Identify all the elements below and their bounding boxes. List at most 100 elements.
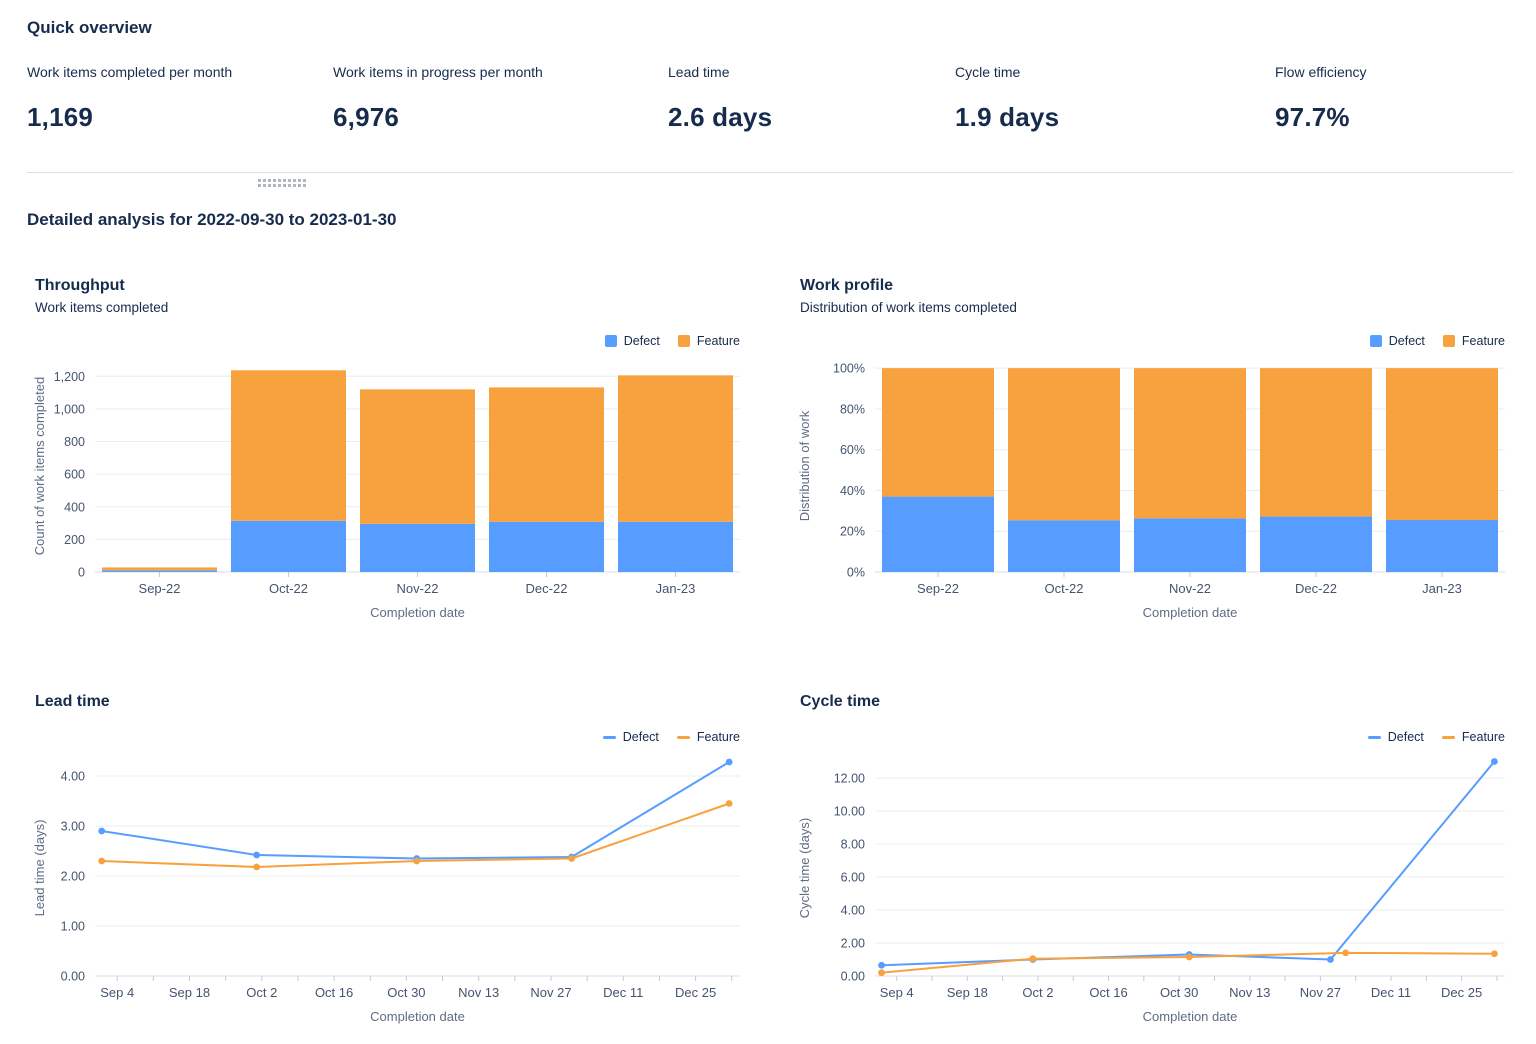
chart-legend: Defect Feature <box>1368 730 1505 744</box>
svg-text:8.00: 8.00 <box>841 837 865 851</box>
legend-swatch-defect <box>1368 736 1381 739</box>
svg-text:Nov-22: Nov-22 <box>397 581 439 596</box>
svg-text:Dec-22: Dec-22 <box>526 581 568 596</box>
svg-text:Oct 2: Oct 2 <box>1022 985 1053 1000</box>
kpi-value: 1,169 <box>27 102 232 133</box>
chart-title: Cycle time <box>800 693 1527 711</box>
svg-text:0%: 0% <box>847 566 865 580</box>
svg-text:Oct 30: Oct 30 <box>387 985 425 1000</box>
svg-text:800: 800 <box>64 435 85 449</box>
lead-time-chart[interactable]: 0.001.002.003.004.00Sep 4Sep 18Oct 2Oct … <box>30 748 760 1038</box>
legend-label: Defect <box>1389 334 1425 348</box>
kpi-label: Work items in progress per month <box>333 64 543 80</box>
svg-text:80%: 80% <box>840 402 865 416</box>
svg-text:400: 400 <box>64 500 85 514</box>
dashboard-page: Quick overview Work items completed per … <box>0 0 1536 1044</box>
svg-text:Dec 25: Dec 25 <box>1441 985 1482 1000</box>
legend-label: Defect <box>624 334 660 348</box>
svg-text:2.00: 2.00 <box>61 870 85 884</box>
svg-text:Oct 2: Oct 2 <box>246 985 277 1000</box>
throughput-chart-card: Throughput Work items completed Defect Fe… <box>30 270 762 630</box>
svg-text:Sep 4: Sep 4 <box>880 985 914 1000</box>
svg-text:Nov-22: Nov-22 <box>1169 581 1211 596</box>
svg-text:Dec 11: Dec 11 <box>603 985 643 1000</box>
svg-text:1,200: 1,200 <box>54 370 85 384</box>
legend-item-feature[interactable]: Feature <box>677 730 740 744</box>
svg-text:2.00: 2.00 <box>841 936 865 950</box>
svg-text:Oct 16: Oct 16 <box>1089 985 1127 1000</box>
section-divider <box>27 172 1513 173</box>
kpi-value: 6,976 <box>333 102 543 133</box>
kpi-label: Work items completed per month <box>27 64 232 80</box>
legend-item-defect[interactable]: Defect <box>1370 334 1425 348</box>
legend-swatch-feature <box>1443 335 1455 347</box>
work-profile-chart[interactable]: 0%20%40%60%80%100%Sep-22Oct-22Nov-22Dec-… <box>795 352 1525 620</box>
kpi-cycle-time: Cycle time 1.9 days <box>955 64 1059 133</box>
throughput-chart[interactable]: 02004006008001,0001,200Sep-22Oct-22Nov-2… <box>30 352 760 620</box>
legend-label: Defect <box>623 730 659 744</box>
kpi-work-items-in-progress: Work items in progress per month 6,976 <box>333 64 543 133</box>
svg-text:Nov 27: Nov 27 <box>1300 985 1341 1000</box>
svg-text:100%: 100% <box>833 362 865 376</box>
svg-text:Nov 13: Nov 13 <box>458 985 499 1000</box>
svg-text:Sep-22: Sep-22 <box>139 581 181 596</box>
legend-item-feature[interactable]: Feature <box>678 334 740 348</box>
drag-handle[interactable] <box>258 179 306 187</box>
svg-text:40%: 40% <box>840 484 865 498</box>
legend-swatch-defect <box>1370 335 1382 347</box>
svg-text:Dec 25: Dec 25 <box>675 985 716 1000</box>
svg-text:Sep 4: Sep 4 <box>100 985 134 1000</box>
svg-text:3.00: 3.00 <box>61 820 85 834</box>
svg-text:20%: 20% <box>840 525 865 539</box>
svg-text:Sep 18: Sep 18 <box>169 985 210 1000</box>
kpi-value: 2.6 days <box>668 102 772 133</box>
lead-time-chart-card: Lead time DefectFeature 0.001.002.003.00… <box>30 686 762 1042</box>
chart-legend: Defect Feature <box>603 730 740 744</box>
legend-swatch-defect <box>603 736 616 739</box>
svg-text:Oct-22: Oct-22 <box>1044 581 1083 596</box>
kpi-flow-efficiency: Flow efficiency 97.7% <box>1275 64 1367 133</box>
svg-text:Completion date: Completion date <box>1143 605 1238 620</box>
chart-subtitle: Work items completed <box>35 300 762 315</box>
svg-text:Completion date: Completion date <box>370 1009 465 1024</box>
svg-text:Completion date: Completion date <box>1143 1009 1238 1024</box>
svg-text:Oct 16: Oct 16 <box>315 985 353 1000</box>
chart-legend: Defect Feature <box>1370 334 1505 348</box>
svg-text:0.00: 0.00 <box>61 970 85 984</box>
svg-text:Cycle time (days): Cycle time (days) <box>797 818 812 918</box>
svg-text:Dec-22: Dec-22 <box>1295 581 1337 596</box>
svg-text:Lead time (days): Lead time (days) <box>32 820 47 917</box>
svg-text:4.00: 4.00 <box>61 770 85 784</box>
kpi-value: 97.7% <box>1275 102 1367 133</box>
work-profile-chart-card: Work profile Distribution of work items … <box>795 270 1527 630</box>
kpi-label: Cycle time <box>955 64 1059 80</box>
svg-text:Distribution of work: Distribution of work <box>797 410 812 521</box>
legend-swatch-defect <box>605 335 617 347</box>
svg-text:Count of work items completed: Count of work items completed <box>32 377 47 555</box>
legend-item-defect[interactable]: Defect <box>603 730 659 744</box>
svg-text:Sep-22: Sep-22 <box>917 581 959 596</box>
cycle-time-chart[interactable]: 0.002.004.006.008.0010.0012.00Sep 4Sep 1… <box>795 748 1525 1038</box>
chart-title: Throughput <box>35 277 762 295</box>
chart-legend: Defect Feature <box>605 334 740 348</box>
svg-text:0.00: 0.00 <box>841 970 865 984</box>
legend-label: Defect <box>1388 730 1424 744</box>
chart-title: Work profile <box>800 277 1527 295</box>
quick-overview-title: Quick overview <box>27 18 152 38</box>
svg-text:1,000: 1,000 <box>54 402 85 416</box>
kpi-value: 1.9 days <box>955 102 1059 133</box>
legend-label: Feature <box>697 730 740 744</box>
legend-swatch-feature <box>678 335 690 347</box>
svg-text:Nov 13: Nov 13 <box>1229 985 1270 1000</box>
legend-item-feature[interactable]: Feature <box>1443 334 1505 348</box>
svg-text:200: 200 <box>64 533 85 547</box>
legend-item-defect[interactable]: Defect <box>1368 730 1424 744</box>
svg-text:Completion date: Completion date <box>370 605 465 620</box>
legend-item-defect[interactable]: Defect <box>605 334 660 348</box>
svg-text:12.00: 12.00 <box>834 771 865 785</box>
svg-text:Dec 11: Dec 11 <box>1371 985 1411 1000</box>
kpi-work-items-completed: Work items completed per month 1,169 <box>27 64 232 133</box>
svg-text:Sep 18: Sep 18 <box>947 985 988 1000</box>
legend-item-feature[interactable]: Feature <box>1442 730 1505 744</box>
kpi-lead-time: Lead time 2.6 days <box>668 64 772 133</box>
